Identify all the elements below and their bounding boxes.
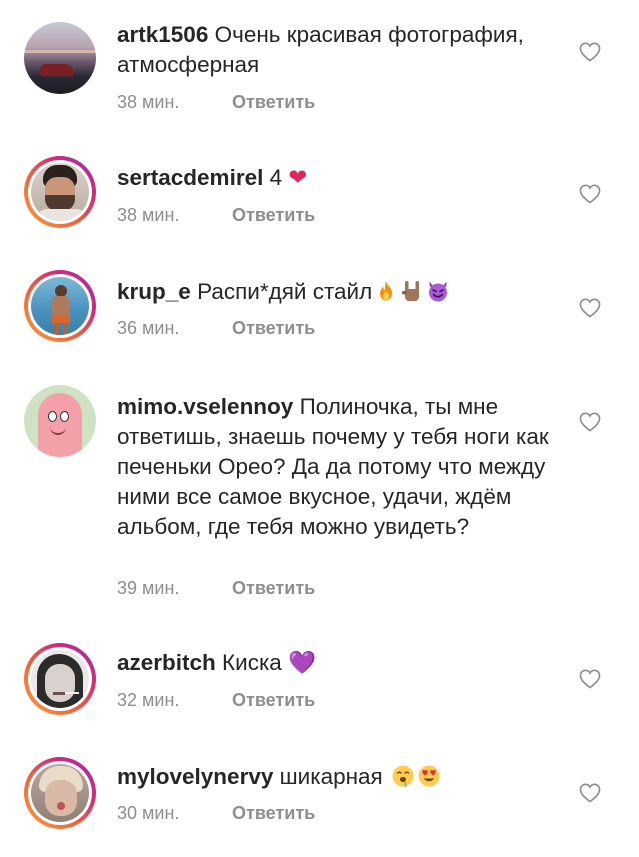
comment-time: 38 мин.	[117, 92, 180, 112]
comment-username[interactable]: mimo.vselennoy	[117, 394, 293, 419]
heart-outline-icon[interactable]	[579, 412, 601, 432]
comment-text: шикарная	[279, 764, 383, 789]
comment-text: 4	[269, 165, 283, 190]
heart-outline-icon[interactable]	[579, 184, 601, 204]
reply-button[interactable]: Ответить	[232, 92, 315, 112]
avatar[interactable]	[24, 270, 96, 342]
reply-button[interactable]: Ответить	[232, 690, 315, 710]
avatar[interactable]	[24, 385, 96, 457]
sign-of-horns-emoji-icon	[402, 281, 420, 301]
comment-time: 32 мин.	[117, 690, 180, 710]
comment-username[interactable]: azerbitch	[117, 650, 216, 675]
comment-time: 30 мин.	[117, 803, 180, 823]
comment-time: 36 мин.	[117, 318, 180, 338]
red-heart-emoji-icon: ❤	[288, 165, 308, 190]
reply-button[interactable]: Ответить	[232, 205, 315, 225]
comment-username[interactable]: krup_e	[117, 279, 191, 304]
drooling-face-emoji-icon	[392, 765, 414, 788]
comment-username[interactable]: mylovelynervy	[117, 764, 273, 789]
fire-emoji-icon	[380, 281, 393, 301]
comment-text: Распи*дяй стайл	[197, 279, 373, 304]
avatar[interactable]	[24, 156, 96, 228]
purple-heart-emoji-icon: 💜	[288, 650, 317, 675]
heart-outline-icon[interactable]	[579, 298, 601, 318]
comment-time: 38 мин.	[117, 205, 180, 225]
comment-time: 39 мин.	[117, 578, 180, 598]
heart-outline-icon[interactable]	[579, 783, 601, 803]
avatar[interactable]	[24, 22, 96, 94]
heart-outline-icon[interactable]	[579, 669, 601, 689]
reply-button[interactable]: Ответить	[232, 803, 315, 823]
heart-eyes-emoji-icon	[418, 765, 440, 787]
heart-outline-icon[interactable]	[579, 42, 601, 62]
avatar[interactable]	[24, 643, 96, 715]
comment-username[interactable]: sertacdemirel	[117, 165, 263, 190]
comment-text: Киска	[222, 650, 282, 675]
reply-button[interactable]: Ответить	[232, 318, 315, 338]
avatar[interactable]	[24, 757, 96, 829]
comment-username[interactable]: artk1506	[117, 22, 208, 47]
reply-button[interactable]: Ответить	[232, 578, 315, 598]
smiling-devil-emoji-icon	[429, 281, 448, 302]
